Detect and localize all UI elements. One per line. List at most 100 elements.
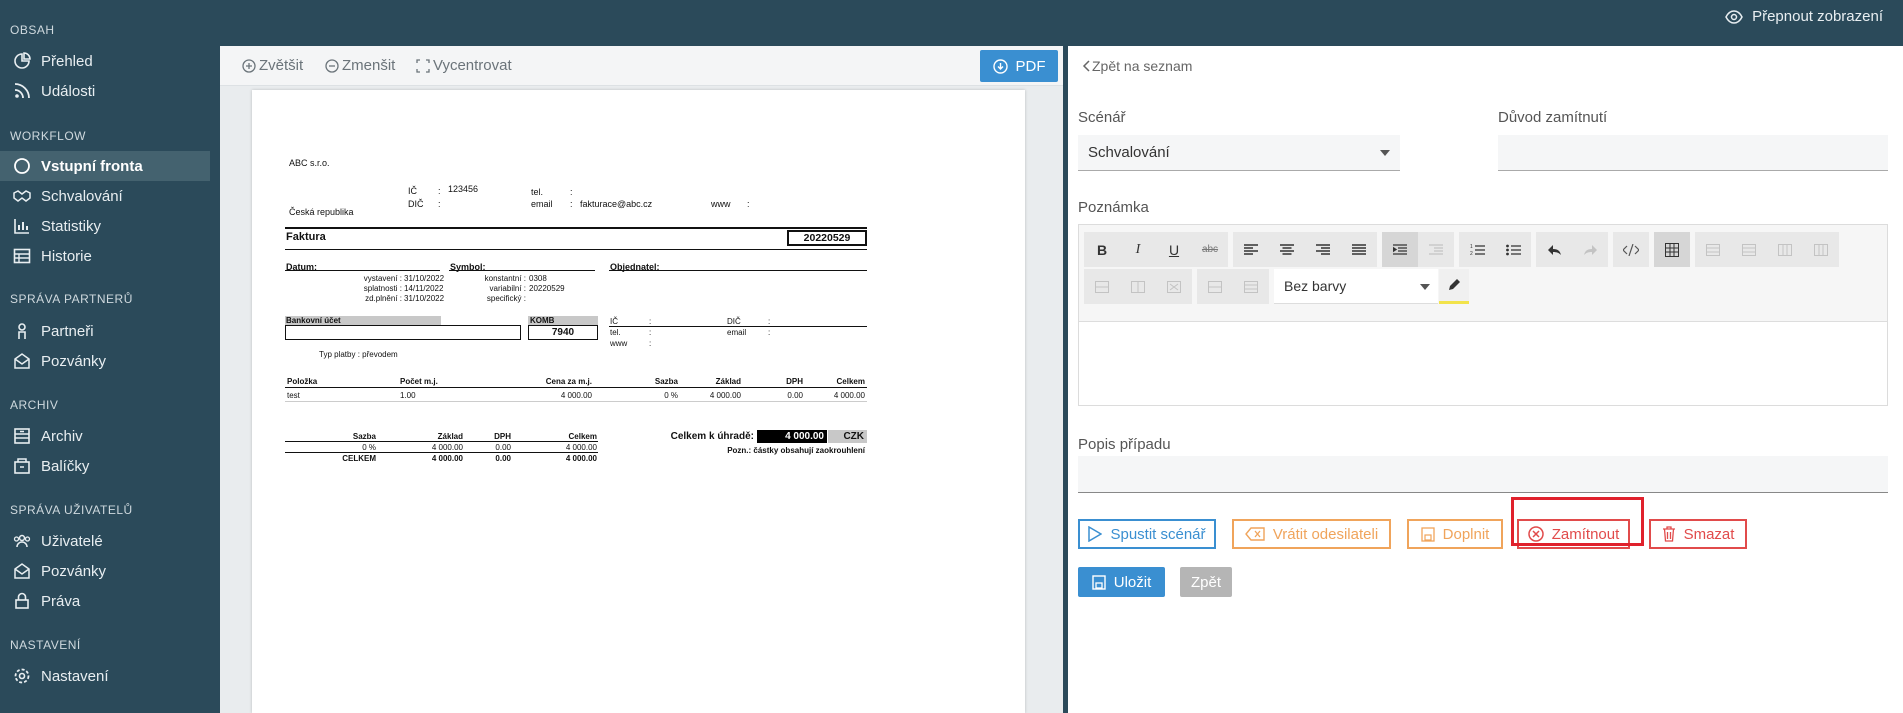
item-cell: test bbox=[287, 391, 300, 400]
insert-table-button[interactable] bbox=[1654, 232, 1690, 267]
align-left-button[interactable] bbox=[1233, 232, 1269, 267]
delete-row-icon bbox=[1095, 280, 1109, 293]
sidebar-item-schvalovani[interactable]: Schvalování bbox=[0, 181, 210, 211]
save-button[interactable]: Uložit bbox=[1078, 567, 1165, 597]
justify-button[interactable] bbox=[1341, 232, 1377, 267]
back-to-list-link[interactable]: Zpět na seznam bbox=[1082, 58, 1192, 74]
sidebar-item-nastaveni[interactable]: Nastavení bbox=[0, 661, 210, 691]
circle-icon bbox=[14, 158, 30, 174]
sidebar-item-label: Archiv bbox=[41, 427, 83, 445]
scenar-select[interactable]: Schvalování bbox=[1078, 135, 1400, 171]
case-form-panel: Zpět na seznam Scénář Schvalování Důvod … bbox=[1068, 46, 1903, 713]
document-viewer: Zvětšit Zmenšit Vycentrovat PDF ABC s.r.… bbox=[220, 46, 1063, 713]
divider bbox=[609, 270, 867, 271]
sidebar-item-uzivatele[interactable]: Uživatelé bbox=[0, 526, 210, 556]
sidebar-item-vstupni-fronta[interactable]: Vstupní fronta bbox=[0, 151, 210, 181]
table-col-right-button[interactable] bbox=[1803, 232, 1839, 267]
sidebar-item-pozvanky-uzivatele[interactable]: Pozvánky bbox=[0, 556, 210, 586]
app: OBSAH Přehled Události WORKFLOW Vstupní … bbox=[0, 0, 1903, 713]
specificky-label: specifický : bbox=[486, 294, 526, 303]
back-button[interactable]: Zpět bbox=[1180, 567, 1232, 597]
vat-cell: 4 000.00 bbox=[431, 443, 463, 452]
editor-toolbar: B I U abc 12 Bez barvy bbox=[1079, 225, 1887, 322]
indent-button[interactable] bbox=[1382, 232, 1418, 267]
pdf-button[interactable]: PDF bbox=[980, 50, 1058, 82]
underline-button[interactable]: U bbox=[1156, 232, 1192, 267]
align-right-button[interactable] bbox=[1305, 232, 1341, 267]
table-icon bbox=[13, 248, 31, 264]
duvod-input[interactable] bbox=[1498, 135, 1888, 171]
vat-total-cell: 0.00 bbox=[495, 454, 511, 463]
zoom-out-button[interactable]: Zmenšit bbox=[325, 57, 395, 74]
delete-table-button[interactable] bbox=[1156, 269, 1192, 304]
sidebar-item-archiv[interactable]: Archiv bbox=[0, 421, 210, 451]
divider bbox=[285, 441, 598, 442]
bullet-list-button[interactable] bbox=[1495, 232, 1531, 267]
envelope-open-icon bbox=[14, 563, 30, 579]
bold-button[interactable]: B bbox=[1084, 232, 1120, 267]
merge-cells-button[interactable] bbox=[1197, 269, 1233, 304]
code-icon bbox=[1623, 243, 1639, 256]
bar-chart-icon bbox=[14, 219, 29, 234]
tel-label: tel. bbox=[531, 187, 544, 197]
strikethrough-button[interactable]: abc bbox=[1192, 232, 1228, 267]
table-row-above-button[interactable] bbox=[1695, 232, 1731, 267]
undo-button[interactable] bbox=[1536, 232, 1572, 267]
sidebar-item-prava[interactable]: Práva bbox=[0, 586, 210, 616]
sidebar-item-udalosti[interactable]: Události bbox=[0, 76, 210, 106]
outdent-button[interactable] bbox=[1418, 232, 1454, 267]
komb-label: KOMB bbox=[530, 316, 555, 325]
gear-icon bbox=[14, 668, 30, 684]
sidebar-item-statistiky[interactable]: Statistiky bbox=[0, 211, 210, 241]
back-to-list-label: Zpět na seznam bbox=[1092, 58, 1193, 74]
colon: : bbox=[649, 317, 652, 326]
table-row-below-button[interactable] bbox=[1731, 232, 1767, 267]
divider bbox=[285, 452, 598, 453]
redo-button[interactable] bbox=[1572, 232, 1608, 267]
split-cells-button[interactable] bbox=[1233, 269, 1269, 304]
item-cell: 4 000.00 bbox=[833, 391, 865, 400]
delete-row-button[interactable] bbox=[1084, 269, 1120, 304]
highlight-annotation bbox=[1511, 497, 1644, 546]
invoice-page: ABC s.r.o. Česká republika IČ DIČ : : 12… bbox=[252, 90, 1025, 713]
sidebar-item-prehled[interactable]: Přehled bbox=[0, 46, 210, 76]
zoom-in-button[interactable]: Zvětšit bbox=[242, 57, 303, 74]
colon: : bbox=[570, 187, 573, 197]
align-left-icon bbox=[1244, 243, 1258, 255]
sidebar-item-balicky[interactable]: Balíčky bbox=[0, 451, 210, 481]
italic-button[interactable]: I bbox=[1120, 232, 1156, 267]
plus-circle-icon bbox=[242, 58, 256, 73]
vat-cell: 0 % bbox=[362, 443, 376, 452]
table-col-left-button[interactable] bbox=[1767, 232, 1803, 267]
center-button[interactable]: Vycentrovat bbox=[416, 57, 512, 74]
return-to-sender-button[interactable]: Vrátit odesilateli bbox=[1232, 519, 1391, 549]
align-center-button[interactable] bbox=[1269, 232, 1305, 267]
table-row-icon bbox=[1706, 243, 1720, 256]
ic-label: IČ bbox=[408, 186, 417, 196]
caret-down-icon bbox=[1420, 284, 1430, 290]
run-scenario-button[interactable]: Spustit scénář bbox=[1078, 519, 1216, 549]
split-cells-icon bbox=[1244, 280, 1258, 293]
poznamka-label: Poznámka bbox=[1078, 199, 1149, 216]
items-header: Počet m.j. bbox=[400, 377, 438, 386]
complete-button[interactable]: Doplnit bbox=[1407, 519, 1503, 549]
company-country: Česká republika bbox=[289, 207, 354, 217]
divider bbox=[285, 270, 440, 271]
text-color-select[interactable]: Bez barvy bbox=[1274, 269, 1438, 304]
delete-col-icon bbox=[1131, 280, 1145, 293]
delete-button[interactable]: Smazat bbox=[1649, 519, 1747, 549]
highlight-color-button[interactable] bbox=[1439, 269, 1469, 304]
sidebar-item-historie[interactable]: Historie bbox=[0, 241, 210, 271]
popis-input[interactable] bbox=[1078, 456, 1888, 493]
sidebar-item-pozvanky-partneri[interactable]: Pozvánky bbox=[0, 346, 210, 376]
chevron-left-icon bbox=[1082, 60, 1090, 72]
toggle-view-button[interactable]: Přepnout zobrazení bbox=[1725, 8, 1883, 25]
delete-col-button[interactable] bbox=[1120, 269, 1156, 304]
expand-icon bbox=[416, 58, 430, 73]
zdplneni-label: zd.plnění : bbox=[365, 294, 402, 303]
splatnosti-value: 14/11/2022 bbox=[404, 284, 444, 293]
ordered-list-button[interactable]: 12 bbox=[1459, 232, 1495, 267]
source-code-button[interactable] bbox=[1613, 232, 1649, 267]
sidebar-item-partneri[interactable]: Partneři bbox=[0, 316, 210, 346]
align-right-icon bbox=[1316, 243, 1330, 255]
